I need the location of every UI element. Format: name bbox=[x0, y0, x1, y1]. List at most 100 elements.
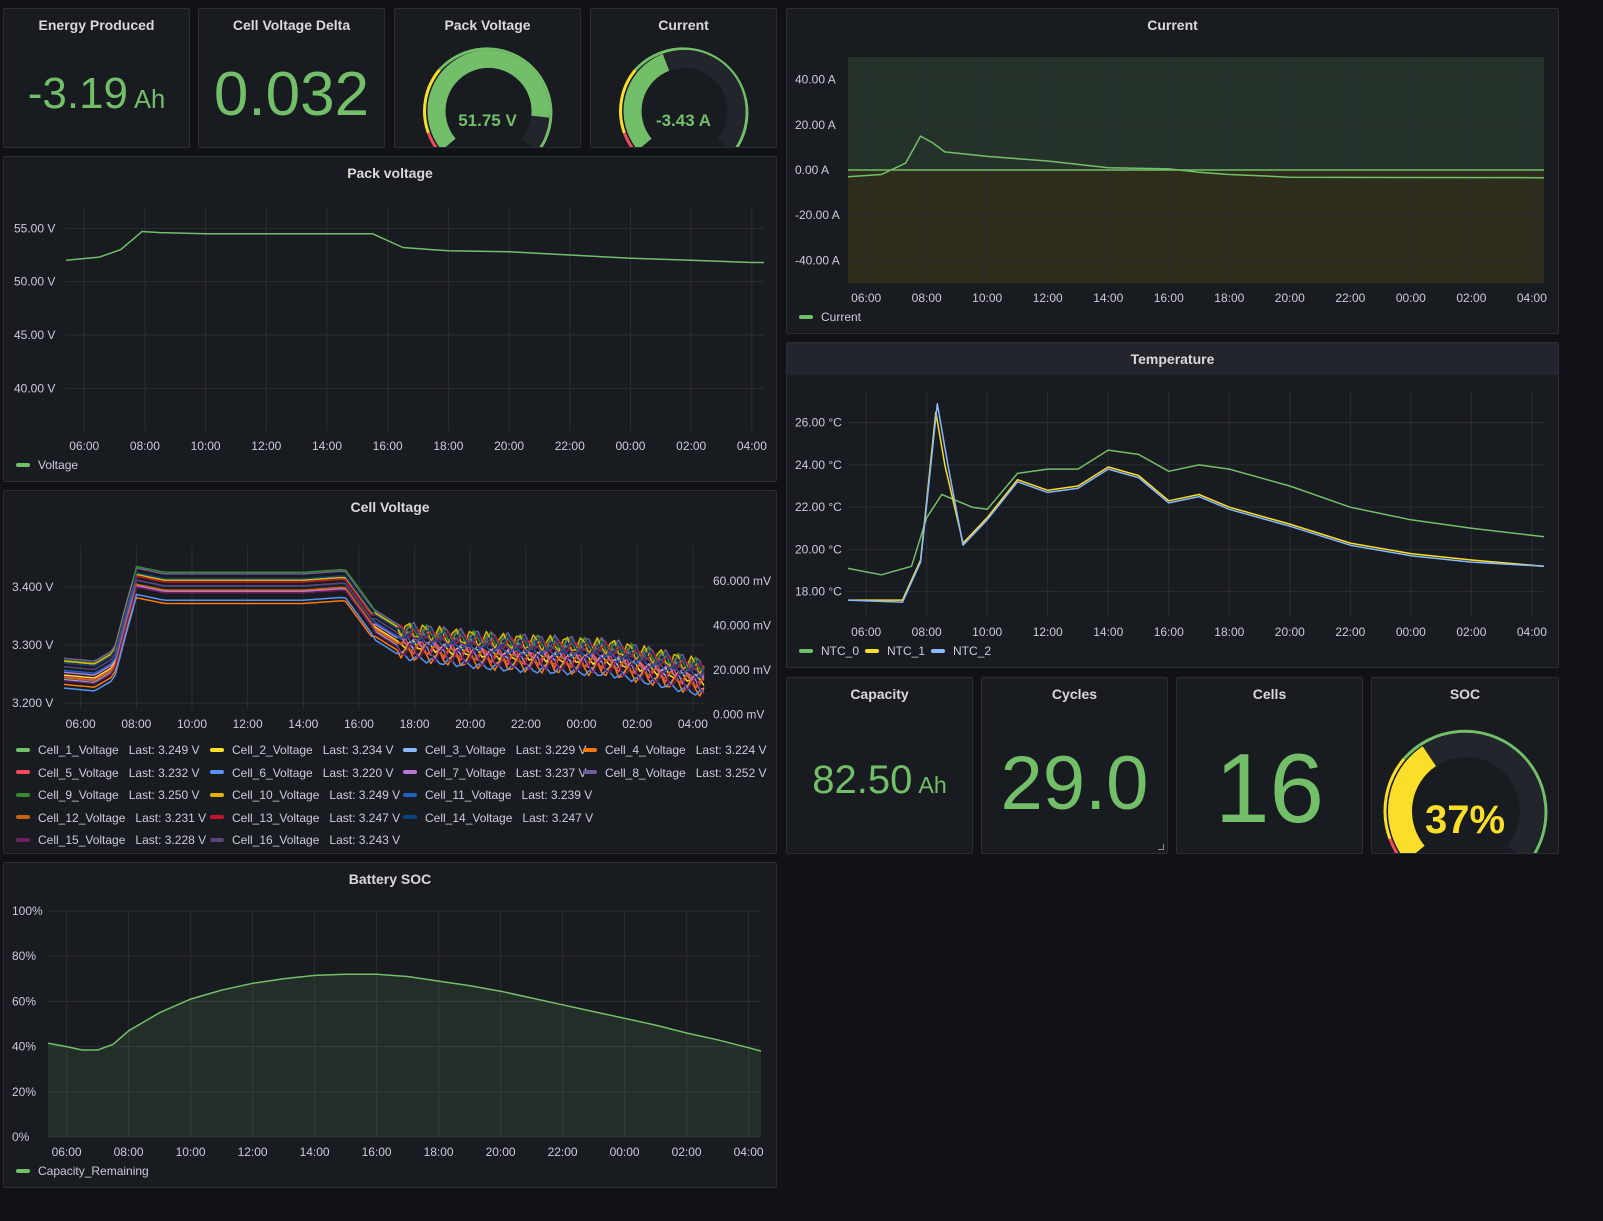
legend-item-current[interactable]: Current bbox=[799, 309, 861, 325]
legend-label: NTC_2 bbox=[953, 644, 992, 658]
y-tick-label: 80% bbox=[12, 949, 36, 963]
x-tick-label: 16:00 bbox=[373, 439, 403, 453]
cell-voltage-chart-panel[interactable]: Cell Voltage 06:00 08:00 10:00 12:00 14:00 16… bbox=[3, 490, 777, 854]
legend-item-cell-16-voltage[interactable]: Cell_16_Voltage Last: 3.243 V bbox=[210, 832, 400, 848]
legend-item-voltage[interactable]: Voltage bbox=[16, 457, 78, 473]
x-tick-label: 18:00 bbox=[1214, 625, 1244, 639]
gauge-value-arc bbox=[623, 53, 670, 147]
current-chart: 06:00 08:00 10:00 12:00 14:00 16:00 18:00 20:00… bbox=[795, 57, 1547, 305]
y-tick-label: 20% bbox=[12, 1085, 36, 1099]
x-tick-label: 04:00 bbox=[734, 1145, 764, 1159]
energy-produced-panel[interactable]: Energy Produced -3.19 Ah bbox=[3, 8, 190, 148]
current-chart-panel[interactable]: Current 06:00 08:00 10:00 12:00 14:00 16:00 18… bbox=[786, 8, 1559, 334]
legend-last-value: Last: 3.232 V bbox=[128, 765, 200, 780]
y-tick-label: 24.00 °C bbox=[795, 458, 842, 472]
legend-swatch bbox=[16, 792, 30, 797]
x-tick-label: 22:00 bbox=[1335, 291, 1365, 305]
x-tick-label: 04:00 bbox=[1517, 625, 1547, 639]
legend-label: Cell_15_Voltage bbox=[38, 833, 126, 847]
cells-panel[interactable]: Cells 16 bbox=[1176, 677, 1363, 854]
x-tick-label: 14:00 bbox=[1093, 291, 1123, 305]
x-tick-label: 02:00 bbox=[672, 1145, 702, 1159]
x-tick-label: 12:00 bbox=[1033, 625, 1063, 639]
resize-handle[interactable] bbox=[1158, 844, 1164, 850]
legend-label: Current bbox=[821, 310, 862, 324]
pack-voltage-chart: 06:00 08:00 10:00 12:00 14:00 16:00 18:00 20:00… bbox=[14, 207, 767, 453]
x-tick-label: 18:00 bbox=[400, 717, 430, 731]
legend-item-cell-1-voltage[interactable]: Cell_1_Voltage Last: 3.249 V bbox=[16, 742, 199, 758]
x-tick-label: 16:00 bbox=[344, 717, 374, 731]
panel-title: Energy Produced bbox=[38, 17, 155, 33]
x-tick-label: 20:00 bbox=[494, 439, 524, 453]
series-line bbox=[65, 230, 764, 264]
soc-gauge-panel[interactable]: SOC 37% bbox=[1371, 677, 1559, 854]
legend-item-cell-8-voltage[interactable]: Cell_8_Voltage Last: 3.252 V bbox=[583, 765, 766, 781]
legend-swatch bbox=[210, 815, 224, 820]
legend-swatch bbox=[799, 648, 813, 653]
cell-voltage-legend: Cell_1_Voltage Last: 3.249 V Cell_2_Voltag… bbox=[16, 742, 776, 852]
y-tick-label: 20.00 A bbox=[795, 118, 836, 132]
legend-item-cell-7-voltage[interactable]: Cell_7_Voltage Last: 3.237 V bbox=[403, 765, 586, 781]
legend-item-ntc-1[interactable]: NTC_1 bbox=[865, 643, 925, 659]
legend-label: Cell_7_Voltage bbox=[425, 765, 506, 780]
legend-swatch bbox=[931, 648, 945, 653]
x-tick-label: 14:00 bbox=[312, 439, 342, 453]
y-tick-label: 3.300 V bbox=[12, 638, 53, 652]
legend-item-cell-14-voltage[interactable]: Cell_14_Voltage Last: 3.247 V bbox=[403, 810, 593, 826]
legend-item-cell-13-voltage[interactable]: Cell_13_Voltage Last: 3.247 V bbox=[210, 810, 400, 826]
legend-last-value: Last: 3.249 V bbox=[128, 743, 200, 757]
legend-item-cell-4-voltage[interactable]: Cell_4_Voltage Last: 3.224 V bbox=[583, 742, 766, 758]
current-gauge-value: -3.43 A bbox=[655, 111, 712, 130]
legend-item-cell-11-voltage[interactable]: Cell_11_Voltage Last: 3.239 V bbox=[403, 787, 592, 803]
series-line bbox=[848, 411, 1545, 601]
y-tick-label: -20.00 A bbox=[795, 208, 840, 222]
legend-swatch bbox=[16, 815, 30, 820]
legend-item-cell-15-voltage[interactable]: Cell_15_Voltage Last: 3.228 V bbox=[16, 832, 206, 848]
x-tick-label: 20:00 bbox=[1275, 625, 1305, 639]
y-tick-label: 26.00 °C bbox=[795, 416, 842, 430]
legend-swatch bbox=[16, 462, 30, 467]
y-tick-label: 45.00 V bbox=[14, 328, 55, 342]
legend-item-cell-2-voltage[interactable]: Cell_2_Voltage Last: 3.234 V bbox=[210, 742, 393, 758]
temperature-chart: 06:00 08:00 10:00 12:00 14:00 16:00 18:00 20:00… bbox=[795, 391, 1547, 639]
soc-gauge-value: 37% bbox=[1424, 798, 1506, 842]
y2-tick-label: 60.000 mV bbox=[713, 574, 771, 588]
x-tick-label: 18:00 bbox=[1214, 291, 1244, 305]
legend-swatch bbox=[799, 314, 813, 319]
x-tick-label: 12:00 bbox=[1033, 291, 1063, 305]
battery-soc-chart-panel[interactable]: Battery SOC 06:00 08:00 10:00 12:00 14:00 16:… bbox=[3, 862, 777, 1188]
cell-voltage-delta-panel[interactable]: Cell Voltage Delta 0.032 bbox=[198, 8, 385, 148]
y2-tick-label: 20.000 mV bbox=[713, 663, 771, 677]
y2-tick-label: 0.000 mV bbox=[713, 708, 764, 722]
cycles-panel[interactable]: Cycles 29.0 bbox=[981, 677, 1168, 854]
capacity-panel[interactable]: Capacity 82.50 Ah bbox=[786, 677, 973, 854]
current-gauge-panel[interactable]: Current -3.43 A bbox=[590, 8, 777, 148]
series-line bbox=[847, 402, 1545, 603]
legend-last-value: Last: 3.228 V bbox=[135, 833, 207, 847]
x-tick-label: 14:00 bbox=[1093, 625, 1123, 639]
legend-item-cell-9-voltage[interactable]: Cell_9_Voltage Last: 3.250 V bbox=[16, 787, 199, 803]
pack-voltage-chart-panel[interactable]: Pack voltage 06:00 08:00 10:00 12:00 14:00 16… bbox=[3, 156, 777, 482]
legend-item-cell-10-voltage[interactable]: Cell_10_Voltage Last: 3.249 V bbox=[210, 787, 400, 803]
legend-item-capacity-remaining[interactable]: Capacity_Remaining bbox=[16, 1163, 149, 1179]
legend-item-ntc-0[interactable]: NTC_0 bbox=[799, 643, 859, 659]
legend-label: Cell_12_Voltage bbox=[38, 810, 126, 825]
cycles-value: 29.0 bbox=[1000, 741, 1149, 826]
legend-item-ntc-2[interactable]: NTC_2 bbox=[931, 643, 991, 659]
legend-item-cell-3-voltage[interactable]: Cell_3_Voltage Last: 3.229 V bbox=[403, 742, 586, 758]
legend-item-cell-12-voltage[interactable]: Cell_12_Voltage Last: 3.231 V bbox=[16, 810, 206, 826]
energy-produced-value: -3.19 Ah bbox=[4, 69, 189, 119]
x-tick-label: 06:00 bbox=[52, 1145, 82, 1159]
legend-item-cell-5-voltage[interactable]: Cell_5_Voltage Last: 3.232 V bbox=[16, 765, 199, 781]
legend-label: Cell_1_Voltage bbox=[38, 743, 119, 757]
x-tick-label: 12:00 bbox=[233, 717, 263, 731]
temperature-chart-panel[interactable]: Temperature 06:00 08:00 10:00 12:00 14:00 16:… bbox=[786, 342, 1559, 668]
legend-swatch bbox=[16, 747, 30, 752]
x-tick-label: 08:00 bbox=[912, 291, 942, 305]
pack-voltage-gauge-panel[interactable]: Pack Voltage 51.75 V bbox=[394, 8, 581, 148]
legend-item-cell-6-voltage[interactable]: Cell_6_Voltage Last: 3.220 V bbox=[210, 765, 393, 781]
legend-last-value: Last: 3.252 V bbox=[695, 765, 767, 780]
panel-title: Cycles bbox=[1051, 686, 1098, 702]
legend-label: Cell_3_Voltage bbox=[425, 743, 506, 757]
stat-number: -3.19 bbox=[27, 69, 129, 118]
